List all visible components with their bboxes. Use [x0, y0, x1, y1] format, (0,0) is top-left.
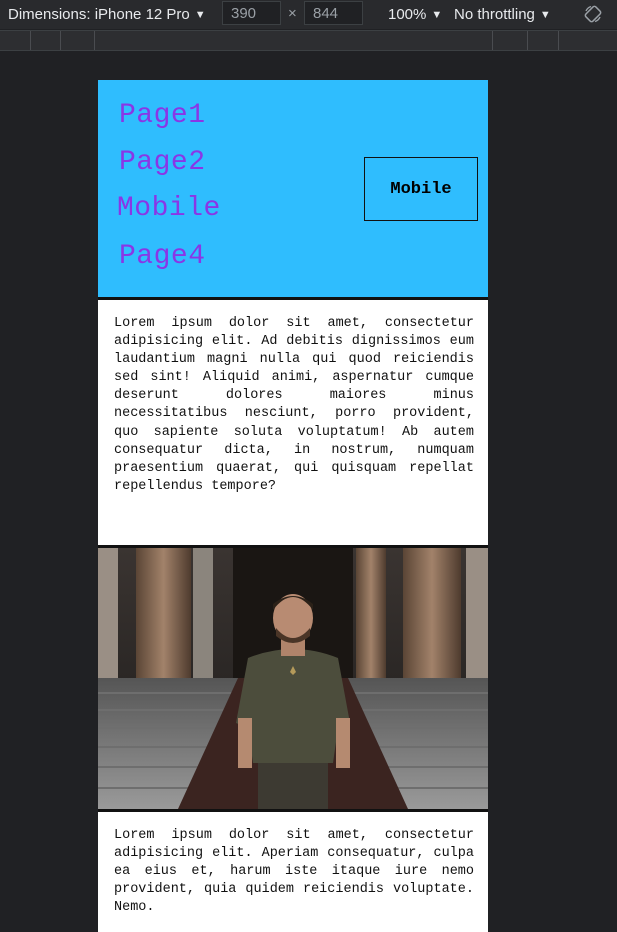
nav-link-mobile[interactable]: Mobile — [117, 193, 221, 224]
ruler-segment — [94, 31, 95, 50]
chevron-down-icon: ▼ — [539, 8, 551, 21]
rotate-icon[interactable] — [583, 4, 603, 24]
portrait-photo — [98, 548, 488, 809]
width-input[interactable]: 390 — [222, 1, 281, 25]
devtools-device-toolbar: Dimensions: iPhone 12 Pro ▼ 390 × 844 10… — [0, 0, 617, 29]
nav-link-page1[interactable]: Page1 — [119, 100, 206, 131]
intro-paragraph: Lorem ipsum dolor sit amet, consectetur … — [114, 316, 474, 494]
zoom-label: 100% — [388, 6, 427, 23]
throttling-label: No throttling — [454, 6, 535, 23]
nav-link-page2[interactable]: Page2 — [119, 147, 206, 178]
ruler-segment — [527, 31, 528, 50]
height-input[interactable]: 844 — [304, 1, 363, 25]
mobile-button[interactable]: Mobile — [364, 157, 478, 221]
device-select[interactable]: Dimensions: iPhone 12 Pro ▼ — [8, 0, 206, 29]
device-viewport: Page1 Page2 Mobile Page4 Mobile Lorem ip… — [98, 80, 488, 932]
chevron-down-icon: ▼ — [431, 8, 443, 21]
ruler-segment — [492, 31, 493, 50]
section-divider — [98, 297, 488, 300]
footer-paragraph: Lorem ipsum dolor sit amet, consectetur … — [114, 828, 474, 916]
site-header: Page1 Page2 Mobile Page4 Mobile — [98, 80, 488, 297]
section-divider — [98, 809, 488, 812]
ruler-segment — [60, 31, 61, 50]
media-query-ruler[interactable] — [0, 30, 617, 51]
ruler-segment — [558, 31, 559, 50]
ruler-segment — [30, 31, 31, 50]
dimension-separator: × — [288, 5, 297, 22]
device-label: Dimensions: iPhone 12 Pro — [8, 6, 190, 23]
zoom-select[interactable]: 100% ▼ — [388, 0, 442, 29]
throttling-select[interactable]: No throttling ▼ — [454, 0, 551, 29]
chevron-down-icon: ▼ — [194, 8, 206, 21]
nav-link-page4[interactable]: Page4 — [119, 241, 206, 272]
